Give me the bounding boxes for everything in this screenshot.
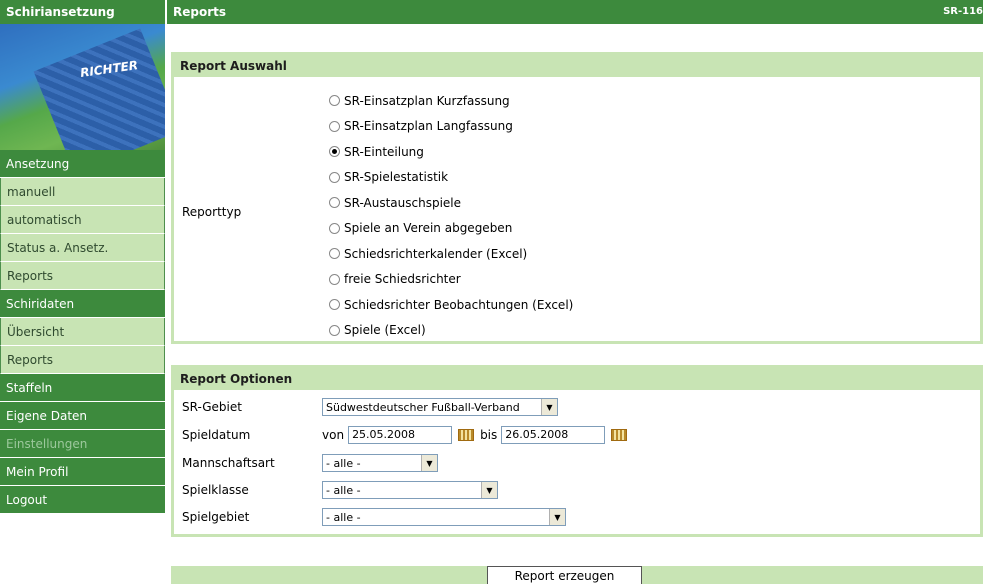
sidebar-item-logout[interactable]: Logout xyxy=(0,486,165,514)
reporttyp-option-label: Spiele an Verein abgegeben xyxy=(344,221,513,236)
radio-button[interactable] xyxy=(329,299,340,311)
page-title: Reports xyxy=(173,5,227,19)
sidebar: Schiriansetzung RICHTER Ansetzung manuell… xyxy=(0,0,165,584)
spielgebiet-row: Spielgebiet - alle - ▼ xyxy=(182,506,566,528)
sidebar-item-staffeln[interactable]: Staffeln xyxy=(0,374,165,402)
radio-button[interactable] xyxy=(329,95,340,107)
reporttyp-option[interactable]: Spiele an Verein abgegeben xyxy=(329,216,573,242)
sidebar-item-status-a-ansetz[interactable]: Status a. Ansetz. xyxy=(0,234,165,262)
reporttyp-option-label: SR-Einsatzplan Langfassung xyxy=(344,119,513,134)
spielgebiet-label: Spielgebiet xyxy=(182,510,250,524)
calendar-icon[interactable] xyxy=(611,429,628,441)
reporttyp-option-label: SR-Austauschspiele xyxy=(344,195,462,210)
reporttyp-option-label: Schiedsrichterkalender (Excel) xyxy=(344,246,528,261)
reporttyp-option[interactable]: SR-Spielestatistik xyxy=(329,165,573,191)
chevron-down-icon: ▼ xyxy=(549,509,565,525)
radio-button[interactable] xyxy=(329,273,340,285)
spieldatum-row: Spieldatum von 25.05.2008 bis 26.05.2008 xyxy=(182,424,633,446)
radio-button[interactable] xyxy=(329,324,340,336)
sidebar-item-übersicht[interactable]: Übersicht xyxy=(0,318,165,346)
radio-button[interactable] xyxy=(329,197,340,209)
sidebar-menu: Ansetzung manuell automatisch Status a. Ans… xyxy=(0,150,165,514)
sidebar-item-einstellungen[interactable]: Einstellungen xyxy=(0,430,165,458)
sidebar-item-eigene-daten[interactable]: Eigene Daten xyxy=(0,402,165,430)
reporttyp-option[interactable]: freie Schiedsrichter xyxy=(329,267,573,293)
sidebar-item-schiridaten: Schiridaten xyxy=(0,290,165,318)
reporttyp-option[interactable]: SR-Austauschspiele xyxy=(329,190,573,216)
chevron-down-icon: ▼ xyxy=(481,482,497,498)
spieldatum-label: Spieldatum xyxy=(182,428,251,442)
reporttyp-option[interactable]: Schiedsrichter Beobachtungen (Excel) xyxy=(329,292,573,318)
app-title: Schiriansetzung xyxy=(0,0,165,24)
reporttyp-option-label: SR-Einteilung xyxy=(344,144,424,159)
date-to-input[interactable]: 26.05.2008 xyxy=(501,426,606,444)
sidebar-item-manuell[interactable]: manuell xyxy=(0,178,165,206)
sidebar-item-ansetzung: Ansetzung xyxy=(0,150,165,178)
sr-gebiet-label: SR-Gebiet xyxy=(182,400,242,414)
mannschaftsart-select[interactable]: - alle - ▼ xyxy=(322,454,438,472)
sidebar-item-reports[interactable]: Reports xyxy=(0,346,165,374)
referee-card-graphic xyxy=(33,28,165,150)
reporttyp-option-label: freie Schiedsrichter xyxy=(344,272,461,287)
reporttyp-option[interactable]: SR-Einsatzplan Kurzfassung xyxy=(329,88,573,114)
reporttyp-option[interactable]: Schiedsrichterkalender (Excel) xyxy=(329,241,573,267)
sidebar-item-automatisch[interactable]: automatisch xyxy=(0,206,165,234)
radio-button[interactable] xyxy=(329,120,340,132)
chevron-down-icon: ▼ xyxy=(541,399,557,415)
report-auswahl-panel: Report Auswahl Reporttyp SR-Einsatzplan … xyxy=(171,52,983,344)
date-from-input[interactable]: 25.05.2008 xyxy=(348,426,453,444)
sr-gebiet-row: SR-Gebiet Südwestdeutscher Fußball-Verba… xyxy=(182,396,558,418)
spielklasse-label: Spielklasse xyxy=(182,483,249,497)
sidebar-item-mein-profil[interactable]: Mein Profil xyxy=(0,458,165,486)
spielklasse-select[interactable]: - alle - ▼ xyxy=(322,481,498,499)
mannschaftsart-row: Mannschaftsart - alle - ▼ xyxy=(182,452,438,474)
mannschaftsart-value: - alle - xyxy=(326,456,361,470)
reporttyp-option-label: Spiele (Excel) xyxy=(344,323,426,338)
report-optionen-title: Report Optionen xyxy=(174,368,980,390)
reporttyp-option[interactable]: SR-Einteilung xyxy=(329,139,573,165)
reporttyp-option[interactable]: Spiele (Excel) xyxy=(329,318,573,344)
header-bar: Reports SR-116 xyxy=(167,0,983,24)
spielgebiet-select[interactable]: - alle - ▼ xyxy=(322,508,566,526)
bis-label: bis xyxy=(480,428,498,442)
sidebar-banner-image: RICHTER xyxy=(0,24,165,150)
report-optionen-panel: Report Optionen SR-Gebiet Südwestdeutsch… xyxy=(171,365,983,537)
sr-gebiet-value: Südwestdeutscher Fußball-Verband xyxy=(326,400,520,414)
sidebar-item-reports[interactable]: Reports xyxy=(0,262,165,290)
radio-button[interactable] xyxy=(329,171,340,183)
spielgebiet-value: - alle - xyxy=(326,510,361,524)
radio-button[interactable] xyxy=(329,222,340,234)
chevron-down-icon: ▼ xyxy=(421,455,437,471)
radio-button[interactable] xyxy=(329,248,340,260)
radio-button[interactable] xyxy=(329,146,340,158)
sr-gebiet-select[interactable]: Südwestdeutscher Fußball-Verband ▼ xyxy=(322,398,558,416)
reporttyp-option-label: Schiedsrichter Beobachtungen (Excel) xyxy=(344,297,574,312)
spielklasse-value: - alle - xyxy=(326,483,361,497)
reporttyp-option-label: SR-Spielestatistik xyxy=(344,170,449,185)
reporttyp-label: Reporttyp xyxy=(182,205,242,219)
reporttyp-radio-group: SR-Einsatzplan Kurzfassung SR-Einsatzplan… xyxy=(329,88,573,343)
calendar-icon[interactable] xyxy=(458,429,475,441)
report-erzeugen-button[interactable]: Report erzeugen xyxy=(487,566,642,584)
von-label: von xyxy=(322,428,345,442)
spielklasse-row: Spielklasse - alle - ▼ xyxy=(182,479,498,501)
reporttyp-option-label: SR-Einsatzplan Kurzfassung xyxy=(344,93,510,108)
reporttyp-option[interactable]: SR-Einsatzplan Langfassung xyxy=(329,114,573,140)
report-auswahl-title: Report Auswahl xyxy=(174,55,980,77)
mannschaftsart-label: Mannschaftsart xyxy=(182,456,275,470)
header-code: SR-116 xyxy=(943,6,983,17)
